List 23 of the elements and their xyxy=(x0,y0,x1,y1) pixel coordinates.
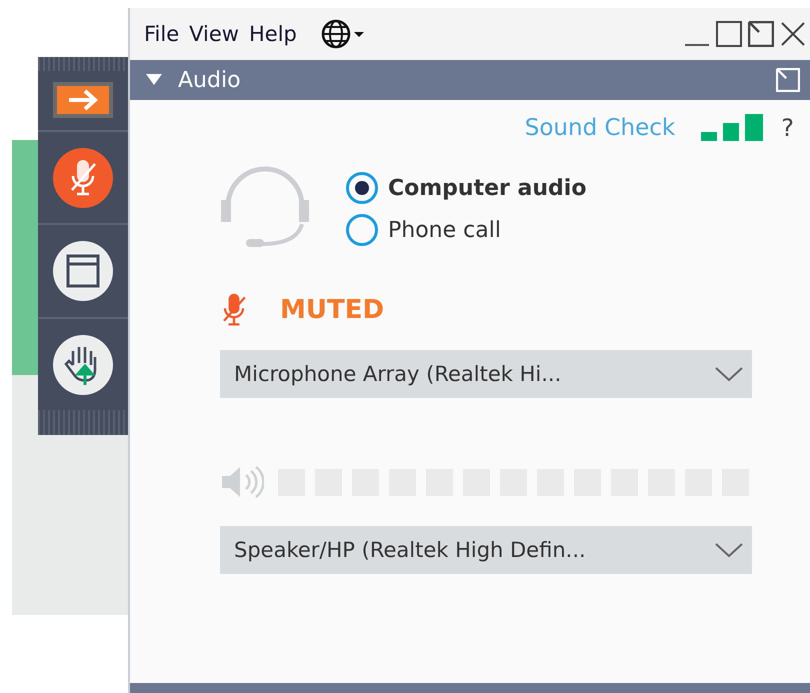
chevron-down-icon xyxy=(714,365,744,383)
audio-option[interactable]: Computer audio xyxy=(346,172,586,204)
signal-bars-icon xyxy=(701,114,764,142)
window-icon xyxy=(65,253,101,290)
muted-microphone-icon xyxy=(68,158,98,198)
speaker-dropdown[interactable]: Speaker/HP (Realtek High Defin... xyxy=(220,526,752,574)
restore-icon[interactable] xyxy=(748,21,774,47)
close-icon[interactable] xyxy=(780,21,806,47)
help-icon[interactable]: ? xyxy=(781,114,794,142)
arrow-icon xyxy=(66,88,100,112)
panel-title: Audio xyxy=(178,68,241,92)
mute-status: MUTED xyxy=(280,295,384,325)
popout-icon[interactable] xyxy=(776,68,800,92)
menu-item[interactable]: Help xyxy=(248,22,297,46)
maximize-icon[interactable] xyxy=(716,21,742,47)
speaker-icon xyxy=(220,464,264,500)
menu-item[interactable]: View xyxy=(189,22,239,46)
audio-option[interactable]: Phone call xyxy=(346,214,586,246)
chevron-down-icon xyxy=(714,541,744,559)
collapse-caret-icon[interactable] xyxy=(146,74,162,86)
arrow-button[interactable] xyxy=(53,82,113,118)
microphone-dropdown[interactable]: Microphone Array (Realtek Hi... xyxy=(220,350,752,398)
menu-item[interactable]: File xyxy=(144,22,180,46)
